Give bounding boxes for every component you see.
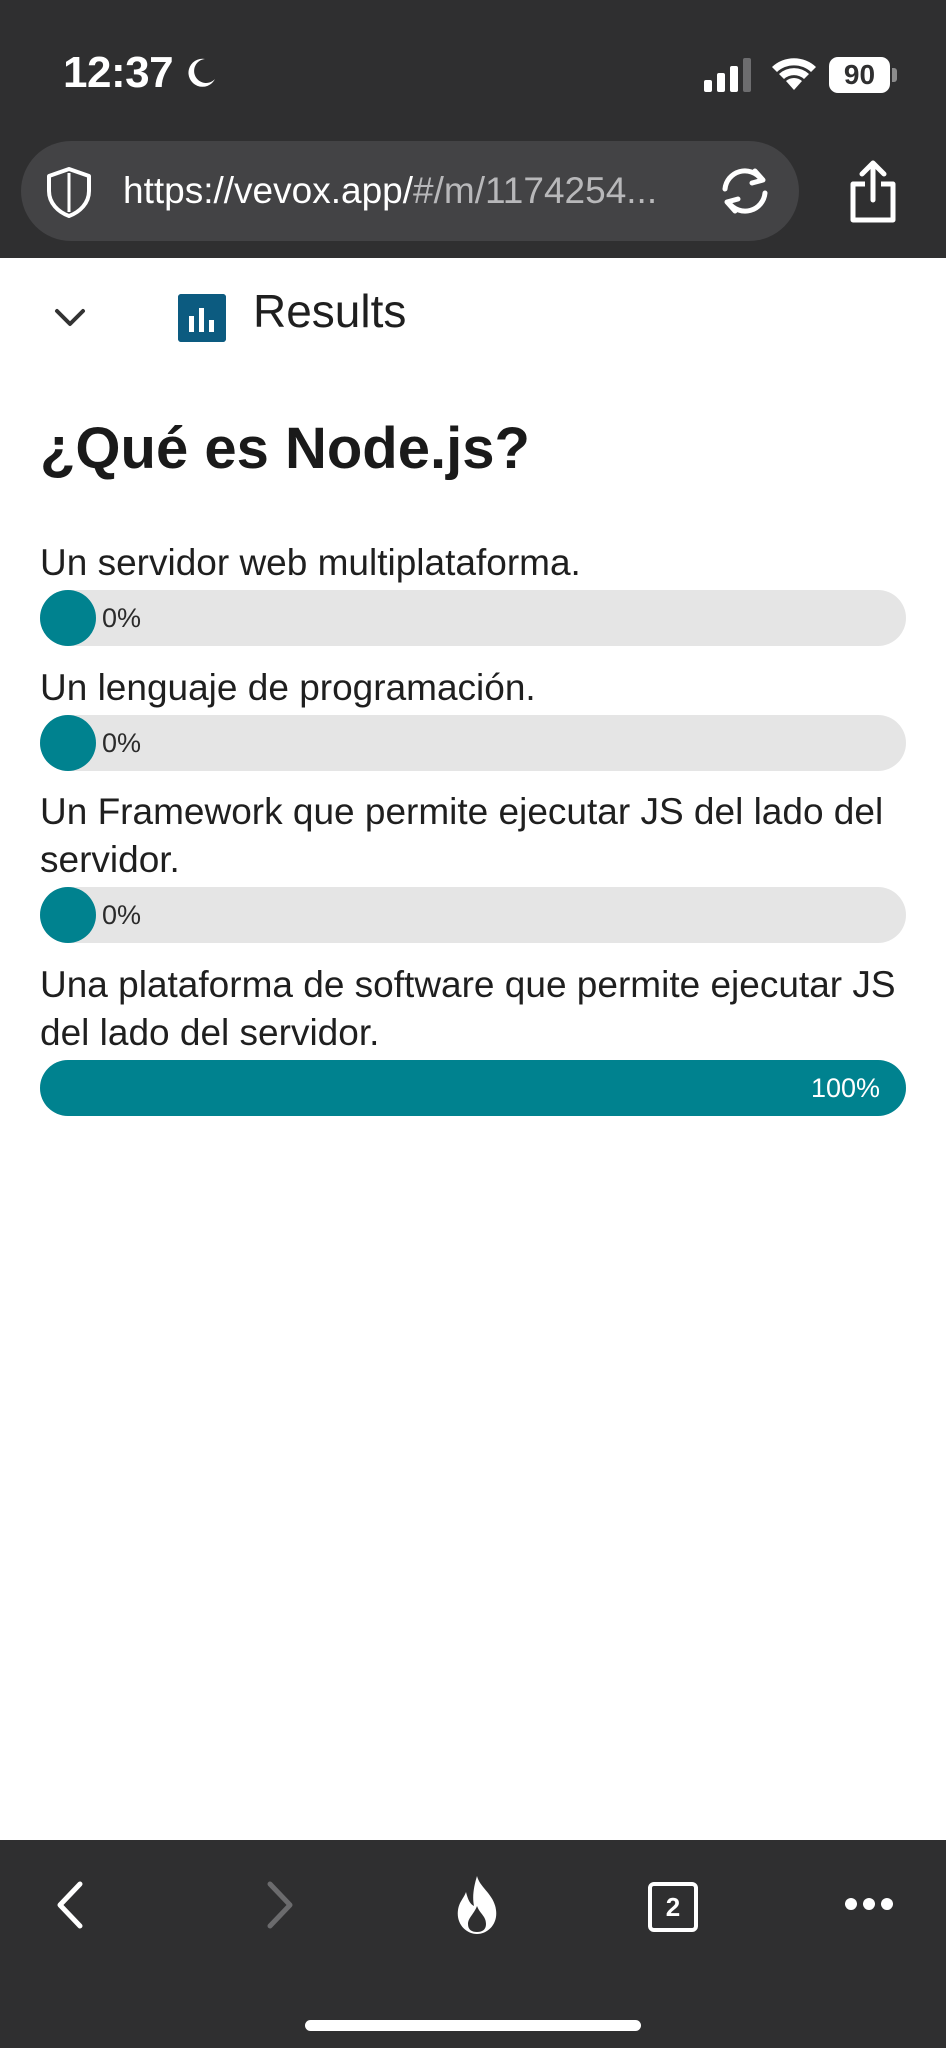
- back-icon[interactable]: [52, 1880, 88, 1930]
- result-percent: 0%: [102, 728, 142, 758]
- result-bar-fill: [40, 590, 96, 646]
- option-4: Una plataforma de software que permite e…: [40, 961, 906, 1116]
- result-bar: 0%: [40, 590, 906, 646]
- url-main: https://vevox.app/: [123, 170, 414, 211]
- option-label: Un Framework que permite ejecutar JS del…: [40, 791, 884, 880]
- home-indicator: [305, 2020, 641, 2031]
- option-label: Un servidor web multiplataforma.: [40, 542, 581, 583]
- more-icon[interactable]: [844, 1896, 894, 1912]
- shield-icon[interactable]: [42, 165, 96, 219]
- result-bar: 0%: [40, 887, 906, 943]
- cellular-signal-icon: [704, 58, 751, 92]
- result-percent: 0%: [102, 900, 142, 930]
- browser-bottom-toolbar: 2: [0, 1840, 946, 2048]
- url-text[interactable]: https://vevox.app/#/m/1174254...: [123, 141, 657, 241]
- tabs-button[interactable]: 2: [648, 1882, 698, 1932]
- result-bar-fill: [40, 1060, 906, 1116]
- results-title: Results: [253, 285, 407, 337]
- url-bar[interactable]: https://vevox.app/#/m/1174254...: [21, 141, 799, 241]
- battery-level: 90: [829, 57, 890, 93]
- result-bar-fill: [40, 715, 96, 771]
- moon-icon: [188, 58, 216, 87]
- clock: 12:37: [63, 48, 174, 97]
- results-header[interactable]: Results: [0, 258, 946, 374]
- url-rest: #/m/1174254...: [413, 170, 658, 211]
- option-1: Un servidor web multiplataforma. 0%: [40, 539, 906, 646]
- wifi-icon: [772, 58, 816, 90]
- result-bar: 0%: [40, 715, 906, 771]
- forward-icon[interactable]: [262, 1880, 298, 1930]
- question-title: ¿Qué es Node.js?: [40, 416, 530, 481]
- browser-top-bar: 12:37 90 https://vevox.app/#/m/1174254..…: [0, 0, 946, 258]
- option-label: Un lenguaje de programación.: [40, 667, 536, 708]
- battery-tip: [892, 68, 897, 82]
- bar-chart-icon: [178, 294, 226, 342]
- result-percent: 100%: [810, 1073, 880, 1103]
- battery-indicator: 90: [829, 57, 897, 93]
- result-bar-fill: [40, 887, 96, 943]
- option-3: Un Framework que permite ejecutar JS del…: [40, 788, 906, 943]
- chevron-down-icon[interactable]: [52, 300, 88, 336]
- result-bar: 100%: [40, 1060, 906, 1116]
- option-label: Una plataforma de software que permite e…: [40, 964, 896, 1053]
- status-bar-time: 12:37: [63, 48, 219, 98]
- share-icon[interactable]: [845, 160, 901, 226]
- fire-icon[interactable]: [450, 1874, 504, 1936]
- option-2: Un lenguaje de programación. 0%: [40, 664, 906, 771]
- reload-icon[interactable]: [715, 163, 775, 219]
- result-percent: 0%: [102, 603, 142, 633]
